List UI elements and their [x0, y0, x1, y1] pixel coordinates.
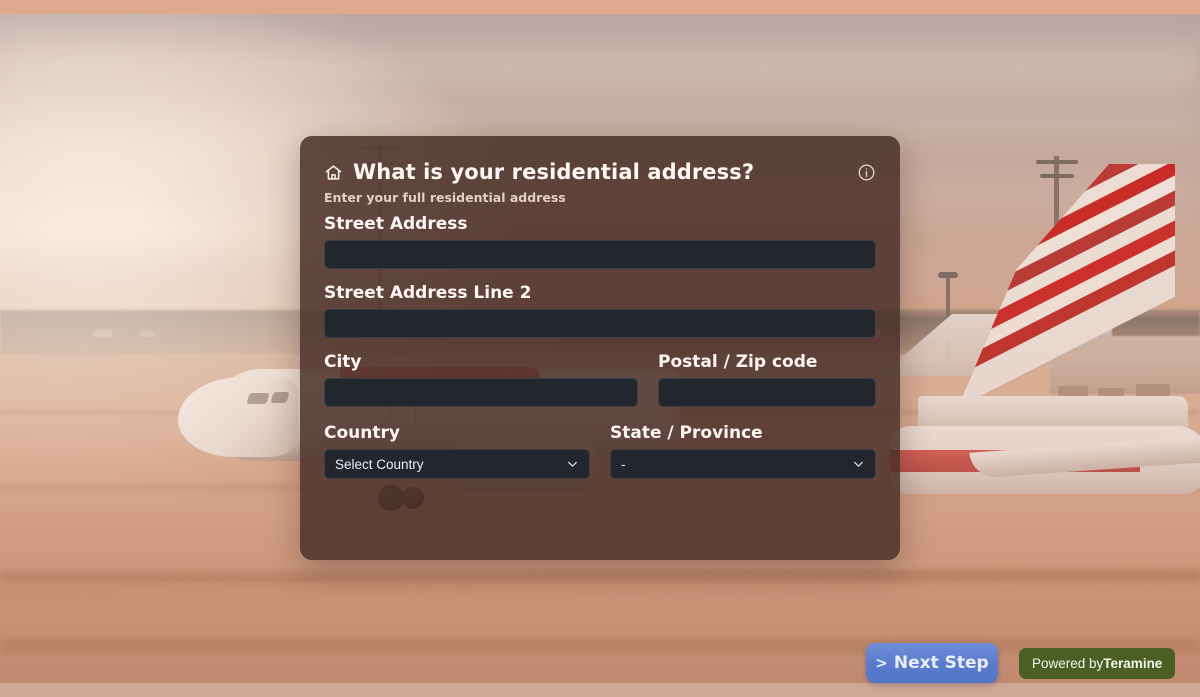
postal-code-label: Postal / Zip code [658, 352, 818, 372]
chevron-right-icon: > [875, 654, 888, 672]
country-select[interactable]: Select Country [324, 449, 590, 479]
card-subtitle: Enter your full residential address [324, 190, 566, 205]
field-city: City [324, 352, 638, 407]
address-form-card: What is your residential address? Enter … [300, 136, 900, 560]
home-icon [324, 163, 343, 182]
city-label: City [324, 352, 362, 372]
chevron-down-icon [566, 458, 579, 471]
city-input[interactable] [324, 378, 638, 407]
bottom-bar [0, 683, 1200, 697]
chevron-down-icon [852, 458, 865, 471]
next-step-button[interactable]: > Next Step [866, 643, 998, 683]
field-street-address-2: Street Address Line 2 [324, 283, 876, 338]
page-root: What is your residential address? Enter … [0, 0, 1200, 697]
state-province-select[interactable]: - [610, 449, 876, 479]
info-circle-icon[interactable] [857, 163, 876, 182]
field-country: Country Select Country [324, 423, 590, 479]
cloud-band [0, 44, 1200, 90]
card-header: What is your residential address? [324, 160, 876, 184]
state-province-selected-value: - [621, 456, 626, 472]
country-selected-value: Select Country [335, 456, 424, 472]
street-address-input[interactable] [324, 240, 876, 269]
aircraft-tail-fin [890, 164, 1200, 494]
street-address-2-input[interactable] [324, 309, 876, 338]
page-title: What is your residential address? [353, 160, 755, 184]
street-address-label: Street Address [324, 214, 468, 234]
powered-by-badge[interactable]: Powered by Teramine [1019, 648, 1176, 679]
top-bar [0, 0, 1200, 14]
tarmac-line [0, 570, 1200, 582]
powered-by-brand: Teramine [1103, 656, 1163, 671]
country-state-row: Country Select Country State / Province … [324, 423, 876, 479]
powered-by-prefix: Powered by [1032, 656, 1104, 671]
field-street-address: Street Address [324, 214, 876, 269]
city-postal-row: City Postal / Zip code [324, 352, 876, 407]
state-province-label: State / Province [610, 423, 763, 443]
field-postal-code: Postal / Zip code [658, 352, 876, 407]
street-address-2-label: Street Address Line 2 [324, 283, 532, 303]
field-state-province: State / Province - [610, 423, 876, 479]
next-step-label: Next Step [893, 653, 989, 673]
cloud-band [0, 106, 1200, 140]
postal-code-input[interactable] [658, 378, 876, 407]
country-label: Country [324, 423, 400, 443]
